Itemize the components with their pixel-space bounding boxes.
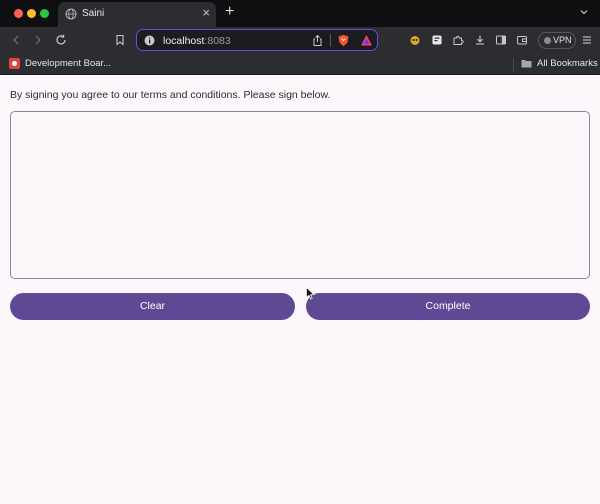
- tab-close-icon[interactable]: ×: [202, 6, 210, 20]
- menu-icon[interactable]: [581, 34, 593, 46]
- url-host: localhost: [163, 35, 205, 47]
- new-tab-button[interactable]: +: [225, 3, 234, 21]
- forward-arrow-icon[interactable]: [32, 34, 44, 46]
- mouse-cursor-icon: [306, 287, 315, 300]
- bookmark-favicon-icon: [9, 58, 20, 69]
- vpn-status-icon: [544, 37, 551, 44]
- wallet-icon[interactable]: [516, 34, 528, 46]
- minimize-window-button[interactable]: [27, 9, 36, 18]
- sidebar-toggle-icon[interactable]: [495, 34, 507, 46]
- bookmarks-bar: Development Boar... All Bookmarks: [0, 54, 600, 75]
- close-window-button[interactable]: [14, 9, 23, 18]
- terms-instruction: By signing you agree to our terms and co…: [10, 89, 331, 101]
- browser-titlebar: Saini × +: [0, 0, 600, 27]
- address-bar-divider: [330, 34, 331, 47]
- globe-icon: [65, 8, 77, 20]
- notes-extension-icon[interactable]: [431, 34, 443, 46]
- url-port: :8083: [204, 35, 231, 47]
- maximize-window-button[interactable]: [40, 9, 49, 18]
- browser-toolbar: localhost:8083 VPN: [0, 27, 600, 54]
- browser-tab-active[interactable]: Saini ×: [58, 2, 216, 27]
- brave-rewards-icon[interactable]: [360, 34, 373, 47]
- bookmark-development-board[interactable]: Development Boar...: [25, 58, 111, 69]
- signature-pad[interactable]: [10, 111, 590, 279]
- bookmark-icon[interactable]: [114, 34, 126, 46]
- extension-badge-icon[interactable]: [409, 34, 421, 46]
- bookmarks-divider: [513, 58, 514, 71]
- vpn-label: VPN: [553, 35, 572, 45]
- download-icon[interactable]: [474, 34, 486, 46]
- share-icon[interactable]: [311, 34, 324, 47]
- vpn-button[interactable]: VPN: [538, 32, 576, 49]
- all-bookmarks-button[interactable]: All Bookmarks: [537, 58, 598, 69]
- site-info-icon[interactable]: [144, 35, 155, 46]
- back-arrow-icon[interactable]: [10, 34, 22, 46]
- chevron-down-icon[interactable]: [578, 6, 590, 18]
- clear-button[interactable]: Clear: [10, 293, 295, 320]
- extensions-puzzle-icon[interactable]: [452, 34, 464, 46]
- reload-icon[interactable]: [55, 34, 67, 46]
- brave-shields-icon[interactable]: [337, 34, 350, 47]
- tab-title: Saini: [82, 8, 105, 19]
- complete-button[interactable]: Complete: [306, 293, 590, 320]
- page-content: By signing you agree to our terms and co…: [0, 76, 600, 504]
- folder-icon: [521, 60, 532, 68]
- address-bar[interactable]: localhost:8083: [136, 29, 378, 51]
- url-text: localhost:8083: [163, 35, 231, 47]
